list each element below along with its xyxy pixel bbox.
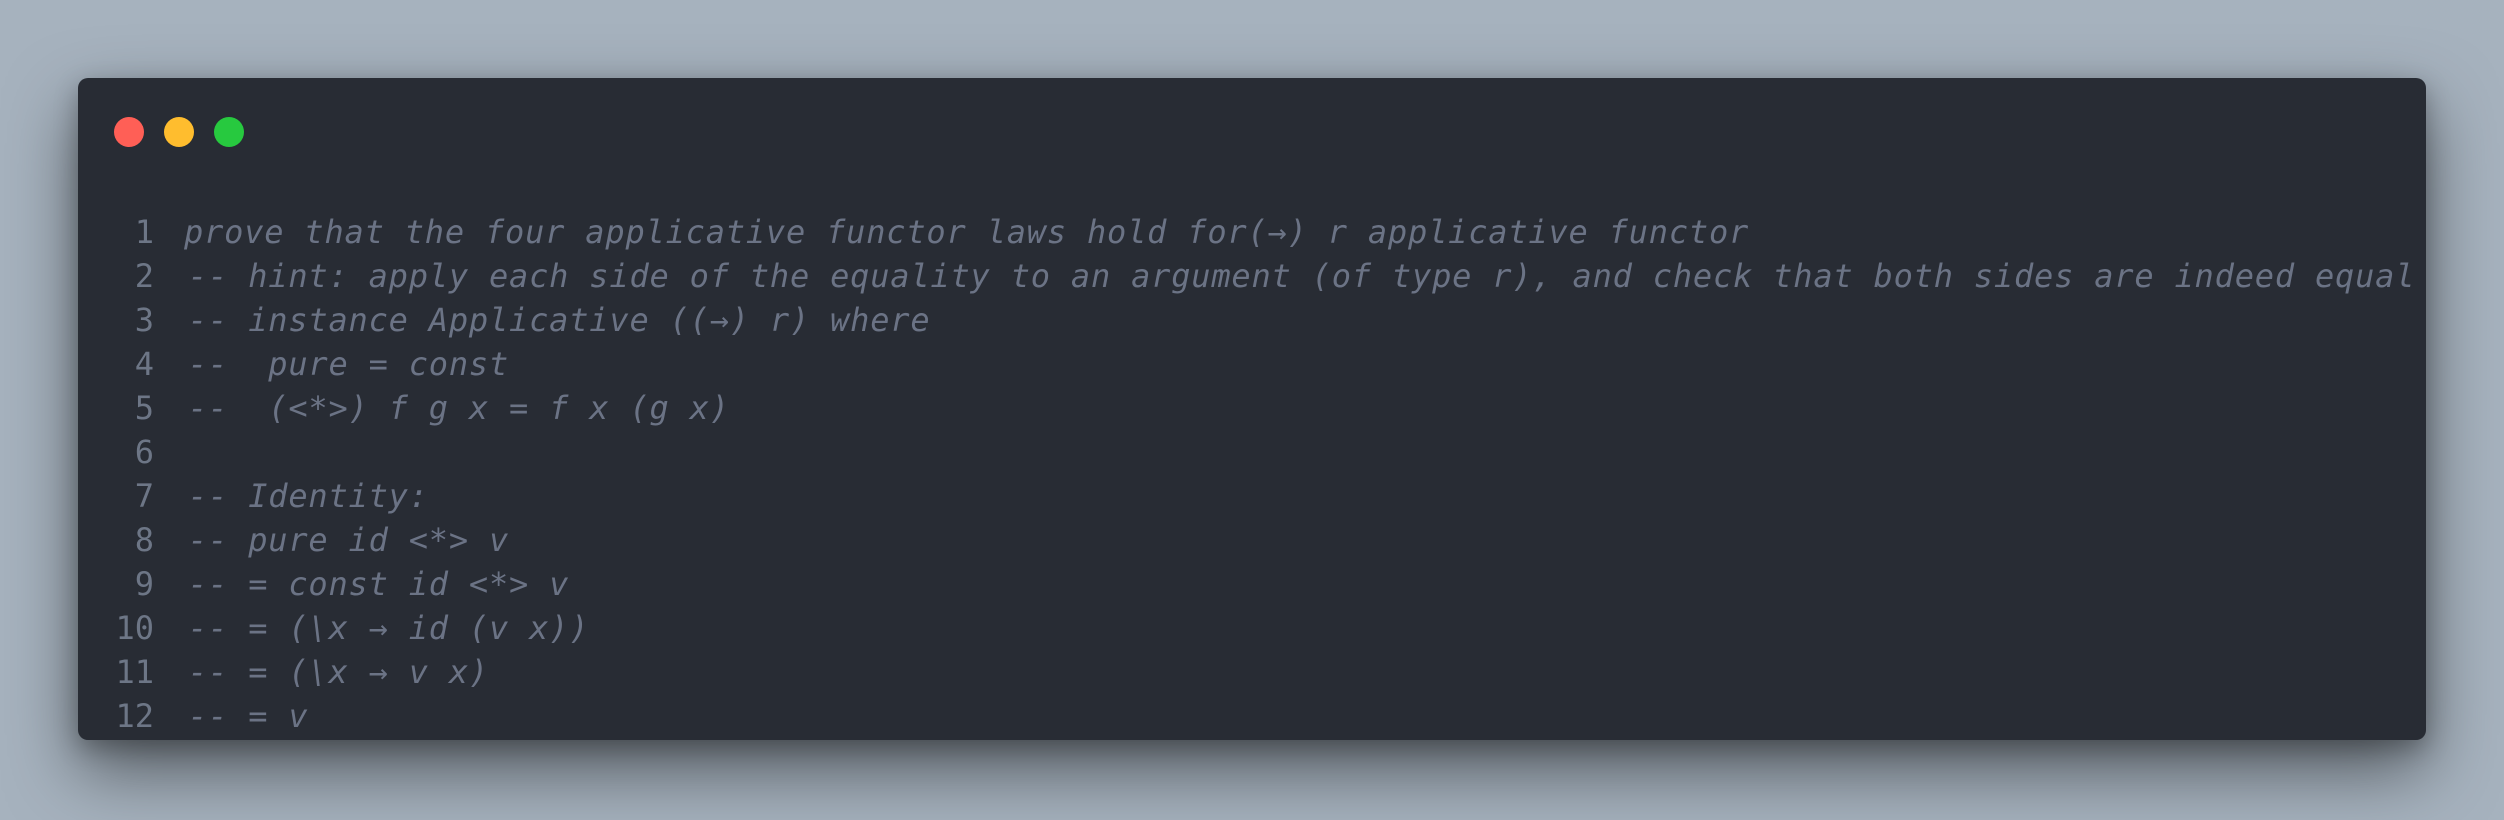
code-line: 1 prove that the four applicative functo… — [78, 210, 2426, 254]
line-number: 7 — [134, 477, 154, 515]
line-number: 9 — [134, 565, 154, 603]
code-text: prove that the four applicative functor … — [184, 213, 1750, 251]
window-titlebar — [78, 78, 2426, 178]
code-line: 6 — [78, 430, 2426, 474]
line-number: 11 — [115, 653, 154, 691]
code-text: -- = (\x → v x) — [188, 653, 489, 691]
code-text: -- pure = const — [188, 345, 510, 383]
code-line: 5 -- (<*>) f g x = f x (g x) — [78, 386, 2426, 430]
code-text: -- = v — [188, 697, 309, 735]
code-line: 4 -- pure = const — [78, 342, 2426, 386]
code-line: 2 -- hint: apply each side of the equali… — [78, 254, 2426, 298]
code-line: 10 -- = (\x → id (v x)) — [78, 606, 2426, 650]
code-text: -- = const id <*> v — [188, 565, 570, 603]
line-number: 8 — [134, 521, 154, 559]
close-window-button[interactable] — [114, 117, 144, 147]
line-number: 12 — [115, 697, 154, 735]
minimize-window-button[interactable] — [164, 117, 194, 147]
line-number: 6 — [134, 433, 154, 471]
code-line: 7 -- Identity: — [78, 474, 2426, 518]
code-text: -- (<*>) f g x = f x (g x) — [188, 389, 730, 427]
line-number: 1 — [134, 213, 154, 251]
code-text: -- hint: apply each side of the equality… — [188, 257, 2416, 295]
code-editor[interactable]: 1 prove that the four applicative functo… — [78, 210, 2426, 738]
code-text: -- instance Applicative ((→) r) where — [188, 301, 931, 339]
code-line: 8 -- pure id <*> v — [78, 518, 2426, 562]
code-text: -- pure id <*> v — [188, 521, 510, 559]
line-number: 3 — [134, 301, 154, 339]
code-line: 3 -- instance Applicative ((→) r) where — [78, 298, 2426, 342]
line-number: 4 — [134, 345, 154, 383]
line-number: 5 — [134, 389, 154, 427]
code-window: 1 prove that the four applicative functo… — [78, 78, 2426, 740]
code-text: -- Identity: — [188, 477, 429, 515]
zoom-window-button[interactable] — [214, 117, 244, 147]
line-number: 10 — [115, 609, 154, 647]
code-line: 9 -- = const id <*> v — [78, 562, 2426, 606]
code-line: 12 -- = v — [78, 694, 2426, 738]
code-line: 11 -- = (\x → v x) — [78, 650, 2426, 694]
code-text: -- = (\x → id (v x)) — [188, 609, 590, 647]
line-number: 2 — [134, 257, 154, 295]
